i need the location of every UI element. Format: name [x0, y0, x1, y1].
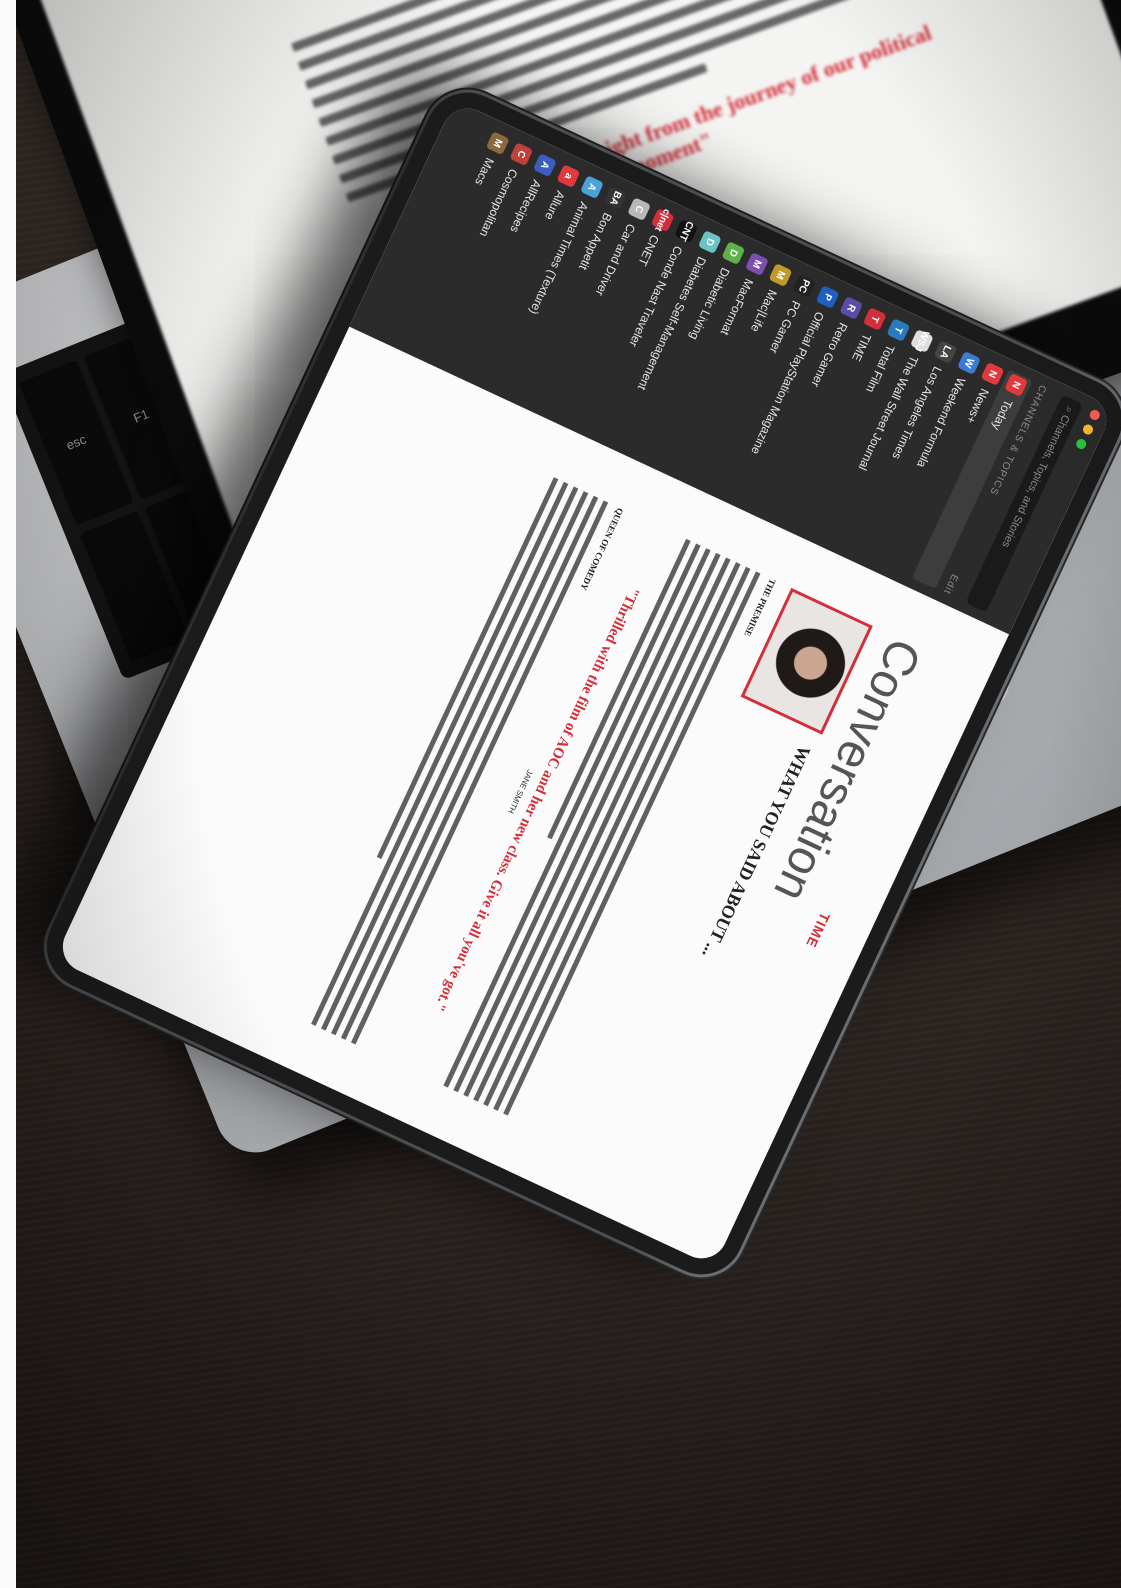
- channel-logo-icon: C: [627, 197, 652, 222]
- channel-logo-icon: T: [862, 307, 887, 331]
- channel-logo-icon: M: [485, 131, 510, 156]
- channel-logo-icon: A: [532, 153, 557, 178]
- channel-logo-icon: c|net: [650, 207, 675, 233]
- channel-logo-icon: M: [744, 252, 769, 277]
- photo-scene: esc F1 F2 F3 "Thrille: [16, 0, 1121, 1588]
- channel-logo-icon: N: [980, 361, 1005, 386]
- channel-logo-icon: P: [815, 285, 840, 309]
- channel-logo-icon: D: [721, 241, 746, 266]
- channel-logo-icon: W: [957, 350, 981, 375]
- channel-logo-icon: R: [839, 296, 864, 320]
- channel-logo-icon: D: [697, 230, 722, 255]
- close-window-button[interactable]: [1088, 408, 1102, 422]
- channel-logo-icon: BA: [603, 186, 628, 211]
- channel-logo-icon: M: [768, 263, 793, 288]
- sidebar-item-label: Macs: [472, 155, 497, 188]
- channel-logo-icon: LA: [933, 340, 958, 364]
- channel-logo-icon: CNT: [674, 219, 699, 244]
- channel-logo-icon: A: [580, 175, 604, 200]
- minimize-window-button[interactable]: [1081, 422, 1095, 437]
- channel-logo-icon: C: [509, 142, 534, 167]
- channel-logo-icon: T: [886, 318, 911, 342]
- channel-logo-icon: a: [556, 164, 581, 189]
- edit-button[interactable]: Edit: [941, 572, 960, 596]
- channel-logo-icon: N: [1004, 372, 1029, 397]
- sidebar-item-label: TIME: [849, 331, 874, 364]
- channel-logo-icon: PC: [792, 274, 817, 298]
- channel-logo-icon: WSJ: [909, 329, 934, 353]
- zoom-window-button[interactable]: [1074, 437, 1088, 451]
